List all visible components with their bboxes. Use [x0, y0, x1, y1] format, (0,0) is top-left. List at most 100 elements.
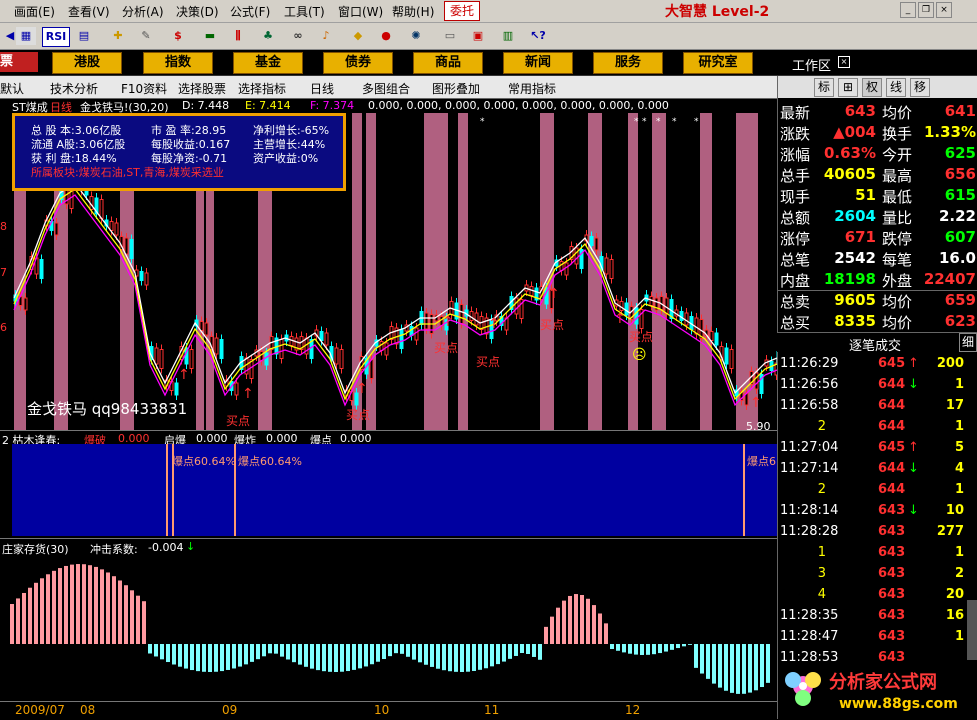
chart-info-line: ST煤成 日线 金戈铁马!(30,20) D: 7.448 E: 7.414 F…	[0, 98, 777, 114]
histogram-bar	[472, 644, 476, 671]
tree-icon[interactable]: ♣	[258, 27, 278, 45]
minimize-icon[interactable]: _	[900, 2, 916, 18]
tab-select-indicator[interactable]: 选择指标	[238, 80, 286, 97]
menu-tools[interactable]: 工具(T)	[284, 3, 325, 20]
menu-formula[interactable]: 公式(F)	[230, 3, 270, 20]
histogram-bar	[322, 644, 326, 672]
tick-row[interactable]: 11:28:28 643 277	[778, 524, 968, 544]
candle	[114, 222, 119, 236]
tick-row[interactable]: 11:28:47 643 1	[778, 629, 968, 649]
candle	[324, 332, 329, 346]
category-commodity[interactable]: 商品	[413, 52, 483, 74]
tab-technical[interactable]: 技术分析	[50, 80, 98, 97]
tick-price: 643	[878, 524, 906, 539]
binoculars-icon[interactable]: ∞	[288, 27, 308, 45]
value-f: F: 7.374	[310, 99, 355, 112]
tick-row[interactable]: 11:28:14 643 ↓ 10	[778, 503, 968, 523]
tick-row[interactable]: 11:27:14 644 ↓ 4	[778, 461, 968, 481]
tick-row[interactable]: 11:26:56 644 ↓ 1	[778, 377, 968, 397]
ruler-icon[interactable]: ✎	[136, 27, 156, 45]
menu-view[interactable]: 查看(V)	[68, 3, 110, 20]
histogram-bar	[46, 574, 50, 644]
menu-help[interactable]: 帮助(H)	[392, 3, 434, 20]
tab-rights[interactable]: 权	[862, 78, 882, 97]
window-icon[interactable]: ▣	[468, 27, 488, 45]
workzone-label[interactable]: 工作区	[792, 55, 831, 74]
alarm-icon[interactable]: ♪	[316, 27, 336, 45]
bulb-icon[interactable]: ✺	[406, 27, 426, 45]
menu-screen[interactable]: 画面(E)	[14, 3, 55, 20]
tick-row[interactable]: 1 643 1	[778, 545, 968, 565]
category-index[interactable]: 指数	[143, 52, 213, 74]
tab-f10[interactable]: F10资料	[121, 80, 167, 97]
histogram-bar	[418, 644, 422, 663]
tab-move[interactable]: 移	[910, 78, 930, 97]
lips-icon[interactable]: ●	[376, 27, 396, 45]
candle	[604, 257, 609, 275]
quote-value: 643	[844, 102, 876, 120]
tick-row[interactable]: 11:27:04 645 ↑ 5	[778, 440, 968, 460]
tab-grid[interactable]: ⊞	[838, 78, 858, 97]
category-bond[interactable]: 债券	[323, 52, 393, 74]
candle	[129, 239, 134, 259]
print-icon[interactable]: ▭	[440, 27, 460, 45]
category-hk-stock[interactable]: 港股	[52, 52, 122, 74]
quote-value: 8335	[834, 312, 876, 330]
tab-mark[interactable]: 标	[814, 78, 834, 97]
histogram-bar	[676, 644, 680, 649]
tick-time: 11:28:35	[780, 608, 839, 623]
close-icon[interactable]: ×	[936, 2, 952, 18]
tick-row[interactable]: 2 644 1	[778, 419, 968, 439]
quote-value: 2542	[834, 249, 876, 267]
category-news[interactable]: 新闻	[503, 52, 573, 74]
candle	[589, 236, 594, 246]
candle	[154, 347, 159, 365]
help-icon[interactable]: ↖?	[528, 27, 548, 45]
menu-decision[interactable]: 决策(D)	[176, 3, 219, 20]
menu-analysis[interactable]: 分析(A)	[122, 3, 164, 20]
tab-daily[interactable]: 日线	[310, 80, 334, 97]
category-fund[interactable]: 基金	[233, 52, 303, 74]
dollar-icon[interactable]: $	[168, 27, 188, 45]
tab-select-stock[interactable]: 选择股票	[178, 80, 226, 97]
trade-button[interactable]: 委托	[444, 1, 481, 21]
tab-multi-chart[interactable]: 多图组合	[362, 80, 410, 97]
category-research[interactable]: 研究室	[683, 52, 753, 74]
buy-arrow-icon: ↑	[178, 367, 190, 383]
tick-row[interactable]: 11:28:35 643 16	[778, 608, 968, 628]
books-icon[interactable]: ▥	[498, 27, 518, 45]
bars-icon[interactable]: ⫼	[228, 27, 248, 45]
menu-window[interactable]: 窗口(W)	[338, 3, 383, 20]
tab-default[interactable]: 默认	[0, 80, 24, 97]
stock-tab-stub[interactable]: 票	[0, 52, 38, 72]
tick-row[interactable]: 2 644 1	[778, 482, 968, 502]
rsi-icon[interactable]: RSI	[42, 27, 70, 47]
candle	[199, 321, 204, 331]
histogram-bar	[196, 644, 200, 672]
panel2-chart[interactable]: 爆点60.64% 爆点60.64% 爆点6	[12, 444, 777, 536]
tick-row[interactable]: 11:26:29 645 ↑ 200	[778, 356, 968, 376]
tick-row[interactable]: 4 643 20	[778, 587, 968, 607]
quote-label: 每笔	[882, 251, 913, 269]
tab-overlay[interactable]: 图形叠加	[432, 80, 480, 97]
histogram-bar	[736, 644, 740, 694]
workzone-close-icon[interactable]: ×	[838, 56, 850, 68]
tab-common-indicators[interactable]: 常用指标	[508, 80, 556, 97]
table-icon[interactable]: ▤	[74, 27, 94, 45]
tick-detail-button[interactable]: 细	[959, 333, 977, 352]
scrollbar[interactable]	[967, 600, 977, 660]
diamond-icon[interactable]: ◆	[348, 27, 368, 45]
money-icon[interactable]: ▬	[200, 27, 220, 45]
histogram-chart[interactable]	[0, 554, 777, 702]
axis-year: 2009/07	[15, 703, 65, 717]
burst-label: 爆点60.64%	[172, 455, 236, 468]
restore-icon[interactable]: ❐	[918, 2, 934, 18]
crosshair-icon[interactable]: ✚	[108, 27, 128, 45]
grid-icon[interactable]: ▦	[16, 27, 36, 45]
histogram-bar	[262, 644, 266, 657]
histogram-bar	[340, 644, 344, 672]
tab-line[interactable]: 线	[886, 78, 906, 97]
tick-row[interactable]: 11:26:58 644 17	[778, 398, 968, 418]
tick-row[interactable]: 3 643 2	[778, 566, 968, 586]
category-service[interactable]: 服务	[593, 52, 663, 74]
